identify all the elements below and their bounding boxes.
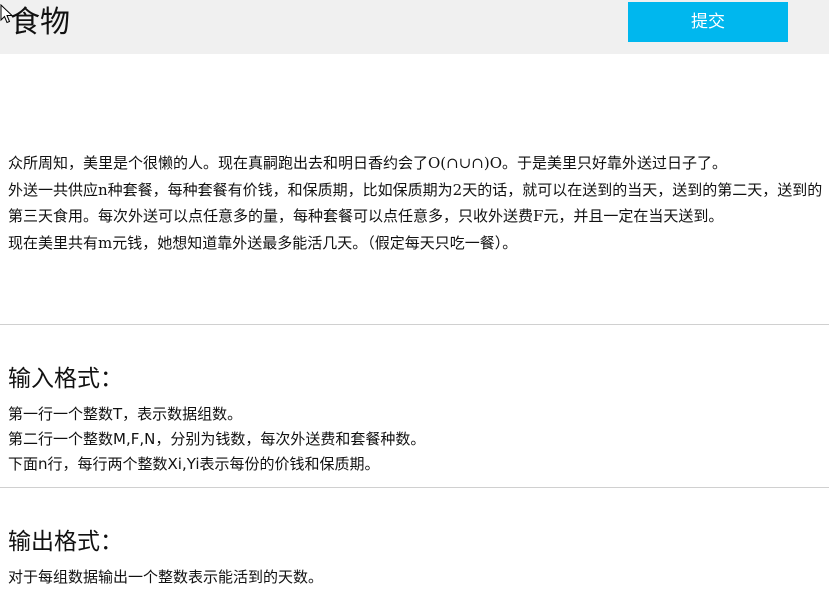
input-format-line: 第二行一个整数M,F,N，分别为钱数，每次外送费和套餐种数。	[8, 430, 426, 448]
description-paragraph: 众所周知，美里是个很懒的人。现在真嗣跑出去和明日香约会了O(∩∪∩)O。于是美里…	[8, 154, 728, 172]
output-format-body: 对于每组数据输出一个整数表示能活到的天数。	[8, 565, 823, 590]
submit-button[interactable]: 提交	[628, 2, 788, 42]
input-format-heading: 输入格式：	[8, 366, 123, 392]
input-format-body: 第一行一个整数T，表示数据组数。 第二行一个整数M,F,N，分别为钱数，每次外送…	[8, 402, 823, 477]
description-paragraph: 外送一共供应n种套餐，每种套餐有价钱，和保质期，比如保质期为2天的话，就可以在送…	[8, 180, 823, 226]
description-paragraph: 现在美里共有m元钱，她想知道靠外送最多能活几天。（假定每天只吃一餐）。	[8, 233, 518, 252]
input-format-line: 下面n行，每行两个整数Xi,Yi表示每份的价钱和保质期。	[8, 455, 380, 473]
output-format-line: 对于每组数据输出一个整数表示能活到的天数。	[8, 568, 324, 586]
divider	[0, 487, 829, 488]
output-format-heading: 输出格式：	[8, 529, 123, 555]
input-format-line: 第一行一个整数T，表示数据组数。	[8, 405, 243, 423]
page-title: 食物	[10, 5, 70, 40]
divider	[0, 324, 829, 325]
problem-description: 众所周知，美里是个很懒的人。现在真嗣跑出去和明日香约会了O(∩∪∩)O。于是美里…	[8, 150, 823, 256]
header-bar: 食物 提交	[0, 0, 829, 54]
